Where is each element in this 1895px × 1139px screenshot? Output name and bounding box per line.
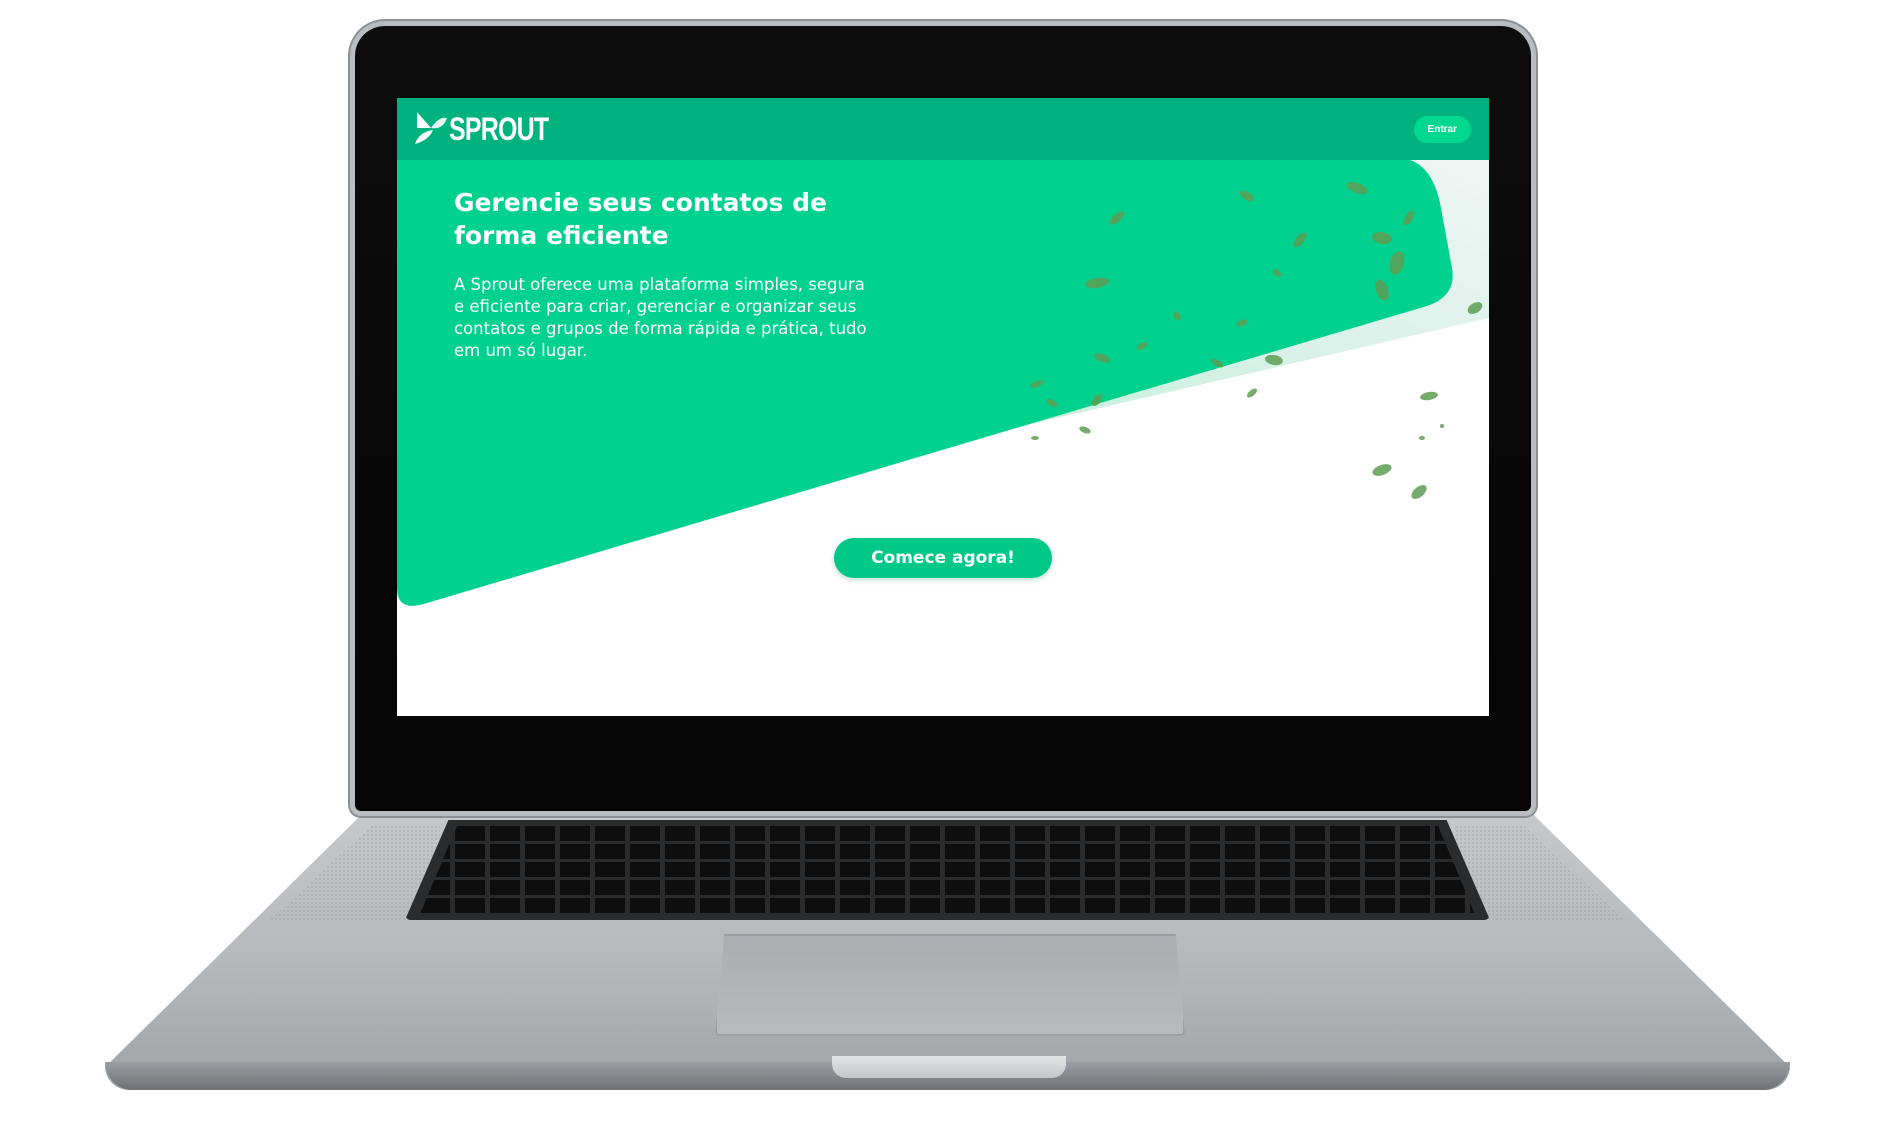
hero-description: A Sprout oferece uma plataforma simples,… xyxy=(454,275,867,360)
get-started-button[interactable]: Comece agora! xyxy=(834,538,1052,578)
trackpad xyxy=(715,934,1185,1036)
keyboard-keys xyxy=(420,826,1475,914)
login-button[interactable]: Entrar xyxy=(1413,115,1471,143)
logo-wordmark: SPROUT xyxy=(449,111,549,147)
sprout-logo[interactable]: SPROUT xyxy=(413,110,576,148)
sprout-leaf-logo-icon xyxy=(415,112,447,144)
hero-title: Gerencie seus contatos de forma eficient… xyxy=(454,188,827,250)
laptop-screen: SPROUT Entrar Gerencie seus contatos de … xyxy=(397,98,1489,716)
lid-opening-notch xyxy=(832,1056,1066,1078)
top-navbar: SPROUT Entrar xyxy=(397,98,1489,160)
